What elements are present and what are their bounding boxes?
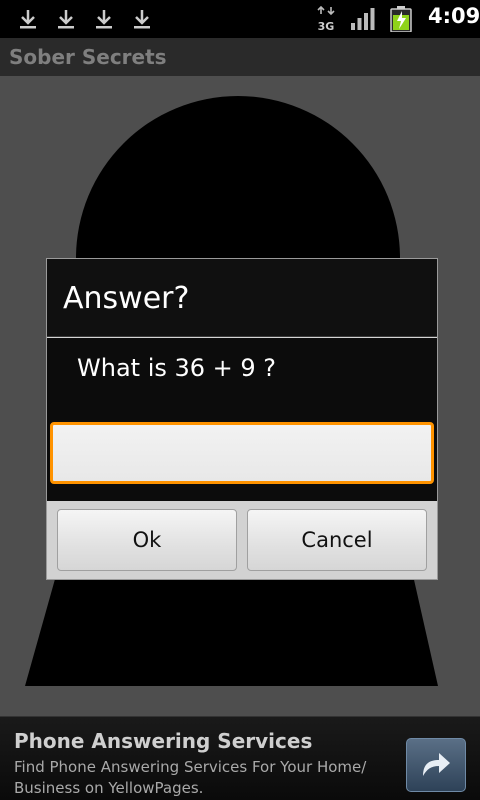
dialog-title: Answer? [63,281,190,316]
dialog-header: Answer? [47,259,437,337]
arrow-forward-icon [423,753,450,776]
ad-go-button[interactable] [406,738,466,792]
battery-charging-icon [390,6,412,32]
cancel-button[interactable]: Cancel [247,509,427,571]
app-title: Sober Secrets [9,45,167,69]
download-icon [134,10,150,29]
dialog-button-bar: Ok Cancel [47,501,437,579]
download-icon [96,10,112,29]
dialog-body: What is 36 + 9 ? [47,338,437,501]
download-icon [20,10,36,29]
status-bar: 3G 4:09 [0,0,480,38]
network-3g-icon: 3G [317,6,335,32]
answer-dialog: Answer? What is 36 + 9 ? Ok Cancel [46,258,438,580]
signal-icon [351,8,375,30]
ad-title[interactable]: Phone Answering Services [14,729,312,753]
download-icon [58,10,74,29]
ad-banner[interactable]: Phone Answering Services Find Phone Answ… [0,716,480,800]
network-label: 3G [318,20,335,32]
app-title-bar: Sober Secrets [0,38,480,76]
answer-input[interactable] [50,422,434,484]
ad-text[interactable]: Find Phone Answering Services For Your H… [14,757,394,799]
dialog-question: What is 36 + 9 ? [77,354,277,382]
status-clock: 4:09 [428,4,480,28]
ok-button[interactable]: Ok [57,509,237,571]
